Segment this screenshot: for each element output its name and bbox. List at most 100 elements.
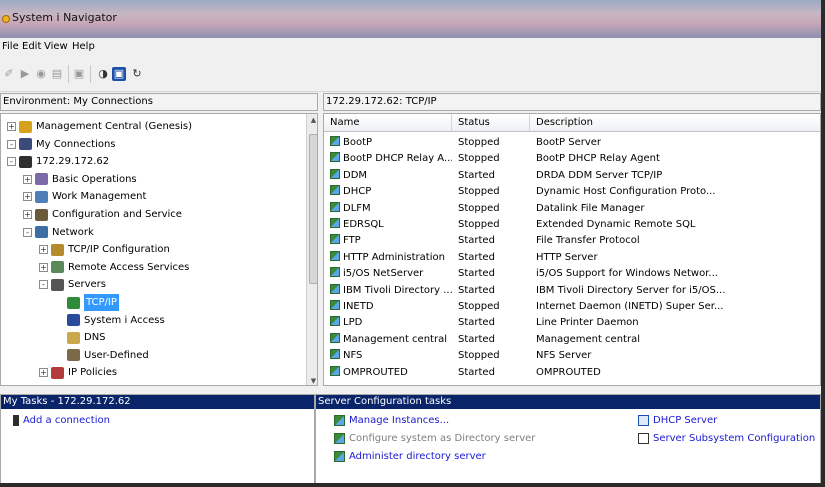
expand-icon[interactable]: + (23, 174, 32, 184)
connect-icon[interactable]: ✐ (2, 67, 16, 81)
tree-node[interactable]: + Configuration and Service (23, 206, 182, 223)
service-name: DDM (343, 169, 368, 181)
remote-access-icon (51, 261, 64, 274)
menu-file[interactable]: File (2, 41, 19, 52)
service-status: Started (458, 333, 495, 345)
system-i-access-icon (67, 314, 80, 327)
my-tasks-header: My Tasks - 172.29.172.62 (1, 395, 314, 409)
ip-policies-icon (51, 366, 64, 379)
tree-node[interactable]: + Work Management (23, 188, 146, 205)
app-icon (2, 15, 10, 23)
service-status: Started (458, 366, 495, 378)
tree-node[interactable]: - 172.29.172.62 (7, 153, 109, 170)
menu-edit[interactable]: Edit (22, 41, 41, 52)
collapse-icon[interactable]: - (23, 227, 32, 237)
service-name: OMPROUTED (343, 366, 408, 378)
service-name-cell: INETD (330, 299, 452, 314)
title-bar[interactable]: System i Navigator (0, 0, 821, 38)
table-row[interactable]: INETD Stopped Internet Daemon (INETD) Supe… (324, 299, 820, 314)
add-connection-link[interactable]: Add a connection (13, 415, 110, 426)
tree-node[interactable]: + Basic Operations (23, 171, 137, 188)
manage-instances-link[interactable]: Manage Instances... (334, 415, 449, 426)
expand-icon[interactable]: + (7, 122, 16, 131)
tree-node[interactable]: - Servers (39, 276, 106, 293)
task-pad-icon[interactable]: ▣ (112, 67, 126, 81)
tree-scrollbar[interactable]: ▲ ▼ (306, 114, 317, 385)
tree-node-label: Servers (68, 279, 107, 291)
menu-view[interactable]: View (44, 41, 68, 52)
table-row[interactable]: BootP Stopped BootP Server (324, 135, 820, 150)
service-name: BootP DHCP Relay A... (343, 153, 452, 165)
service-name: BootP (343, 137, 373, 148)
configure-directory-server-link[interactable]: Configure system as Directory server (334, 433, 535, 444)
monitor-icon[interactable]: ◑ (96, 67, 110, 81)
subsystem-icon (638, 433, 649, 444)
table-row[interactable]: EDRSQL Stopped Extended Dynamic Remote SQL (324, 217, 820, 232)
service-icon (330, 267, 340, 278)
service-name-cell: IBM Tivoli Directory ... (330, 283, 452, 298)
tree-node[interactable]: - Network (23, 224, 94, 241)
tree-node[interactable]: + Management Central (Genesis) (7, 118, 192, 135)
service-description: HTTP Server (536, 251, 598, 263)
column-header-description[interactable]: Description (530, 114, 820, 132)
service-name-cell: Management central (330, 332, 452, 347)
tree-node[interactable]: User-Defined (55, 347, 149, 364)
service-name-cell: DHCP (330, 184, 452, 199)
menu-help[interactable]: Help (72, 41, 95, 52)
table-row[interactable]: DHCP Stopped Dynamic Host Configuration Pr… (324, 184, 820, 199)
table-row[interactable]: DLFM Stopped Datalink File Manager (324, 201, 820, 216)
expand-icon[interactable]: + (23, 192, 32, 202)
expand-icon[interactable]: + (39, 245, 48, 255)
view-icon[interactable]: ▤ (50, 67, 64, 81)
table-row[interactable]: NFS Stopped NFS Server (324, 348, 820, 363)
user-defined-icon (67, 349, 80, 362)
tree-node[interactable]: + Remote Access Services (39, 259, 189, 276)
expand-icon[interactable]: + (23, 210, 32, 219)
administer-directory-server-link[interactable]: Administer directory server (334, 451, 486, 462)
collapse-icon[interactable]: - (39, 280, 48, 290)
table-row[interactable]: i5/OS NetServer Started i5/OS Support for … (324, 266, 820, 281)
tree-node[interactable]: System i Access (55, 312, 165, 329)
column-header-status[interactable]: Status (452, 114, 530, 132)
table-row[interactable]: HTTP Administration Started HTTP Server (324, 250, 820, 265)
dhcp-server-link[interactable]: DHCP Server (638, 415, 717, 426)
tree-node[interactable]: DNS (55, 329, 106, 346)
tree-node[interactable]: + IP Policies (39, 364, 117, 381)
table-row[interactable]: Management central Started Management cent… (324, 332, 820, 347)
table-row[interactable]: IBM Tivoli Directory ... Started IBM Tivol… (324, 283, 820, 298)
service-icon (330, 300, 340, 310)
service-name-cell: FTP (330, 233, 452, 248)
tree-node[interactable]: - My Connections (7, 136, 116, 153)
collapse-icon[interactable]: - (7, 157, 16, 167)
table-row[interactable]: BootP DHCP Relay A... Stopped BootP DHCP R… (324, 151, 820, 166)
table-row[interactable]: LPD Started Line Printer Daemon (324, 315, 820, 330)
service-name: DHCP (343, 186, 372, 198)
scroll-up-icon[interactable]: ▲ (307, 114, 317, 126)
service-icon (330, 316, 340, 327)
service-icon (330, 136, 340, 146)
tree-node[interactable]: TCP/IP (55, 294, 119, 311)
scroll-thumb[interactable] (309, 134, 317, 284)
table-row[interactable]: FTP Started File Transfer Protocol (324, 233, 820, 248)
start-icon[interactable]: ▶ (18, 67, 32, 81)
collapse-icon[interactable]: - (7, 139, 16, 149)
tree-node[interactable]: + TCP/IP Configuration (39, 241, 170, 258)
instances-icon (334, 415, 345, 426)
scroll-down-icon[interactable]: ▼ (307, 375, 317, 385)
toolbar: ✐ ▶ ◉ ▤ ▣ ◑ ▣ ↻ (0, 56, 821, 92)
stop-icon[interactable]: ◉ (34, 67, 48, 81)
server-subsystem-configuration-link[interactable]: Server Subsystem Configuration (638, 433, 815, 444)
column-header-name[interactable]: Name (324, 114, 452, 132)
properties-icon[interactable]: ▣ (72, 67, 86, 81)
table-row[interactable]: DDM Started DRDA DDM Server TCP/IP (324, 168, 820, 183)
refresh-icon[interactable]: ↻ (130, 67, 144, 81)
service-status: Stopped (458, 219, 500, 230)
expand-icon[interactable]: + (39, 262, 48, 272)
table-row[interactable]: OMPROUTED Started OMPROUTED (324, 365, 820, 380)
expand-icon[interactable]: + (39, 368, 48, 378)
service-status: Started (458, 268, 495, 280)
service-icon (330, 168, 340, 179)
tree-node-label: Configuration and Service (52, 209, 182, 220)
system-i-navigator-window: System i Navigator File Edit View Help ✐… (0, 0, 825, 487)
